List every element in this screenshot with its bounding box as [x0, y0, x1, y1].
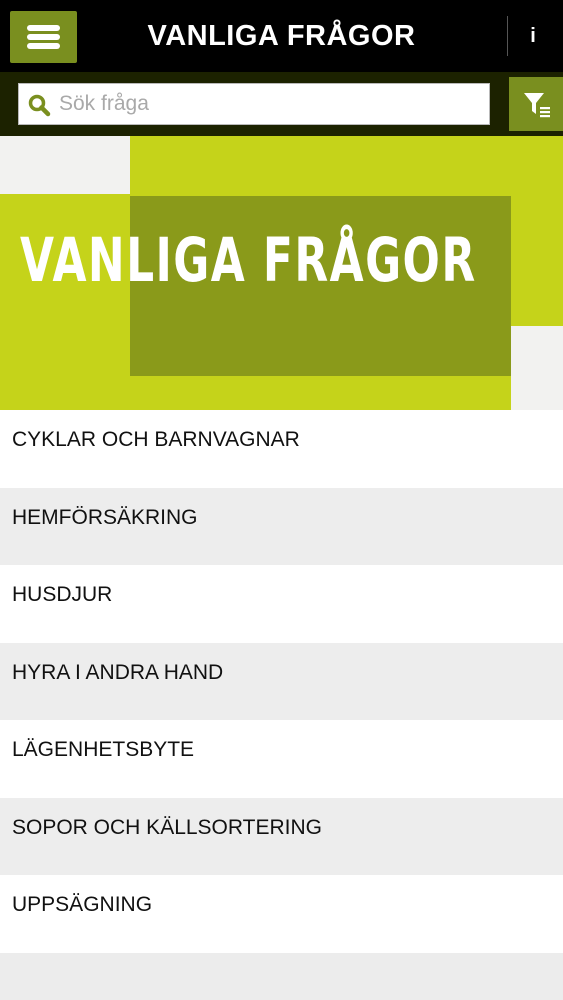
info-button[interactable]: i	[515, 16, 551, 56]
list-item[interactable]: HUSDJUR	[0, 565, 563, 643]
list-item[interactable]: HYRA I ANDRA HAND	[0, 642, 563, 720]
top-bar: VANLIGA FRÅGOR i	[0, 0, 563, 72]
menu-button[interactable]	[10, 11, 77, 63]
list-item[interactable]: LÄGENHETSBYTE	[0, 720, 563, 798]
search-box	[18, 83, 490, 125]
filter-icon	[524, 93, 550, 118]
banner-title: VANLIGA FRÅGOR	[20, 225, 477, 296]
faq-category-list: CYKLAR OCH BARNVAGNAR HEMFÖRSÄKRING HUSD…	[0, 410, 563, 953]
list-item[interactable]: UPPSÄGNING	[0, 875, 563, 953]
filter-button[interactable]	[509, 77, 563, 131]
hero-banner: VANLIGA FRÅGOR	[0, 136, 563, 410]
page-title: VANLIGA FRÅGOR	[147, 20, 416, 52]
divider	[507, 16, 508, 56]
search-icon	[28, 94, 51, 117]
list-item[interactable]: CYKLAR OCH BARNVAGNAR	[0, 410, 563, 488]
list-item[interactable]: HEMFÖRSÄKRING	[0, 487, 563, 565]
search-input[interactable]	[59, 84, 479, 124]
search-bar	[0, 72, 563, 136]
list-item[interactable]: SOPOR OCH KÄLLSORTERING	[0, 797, 563, 875]
hamburger-icon	[27, 25, 60, 31]
